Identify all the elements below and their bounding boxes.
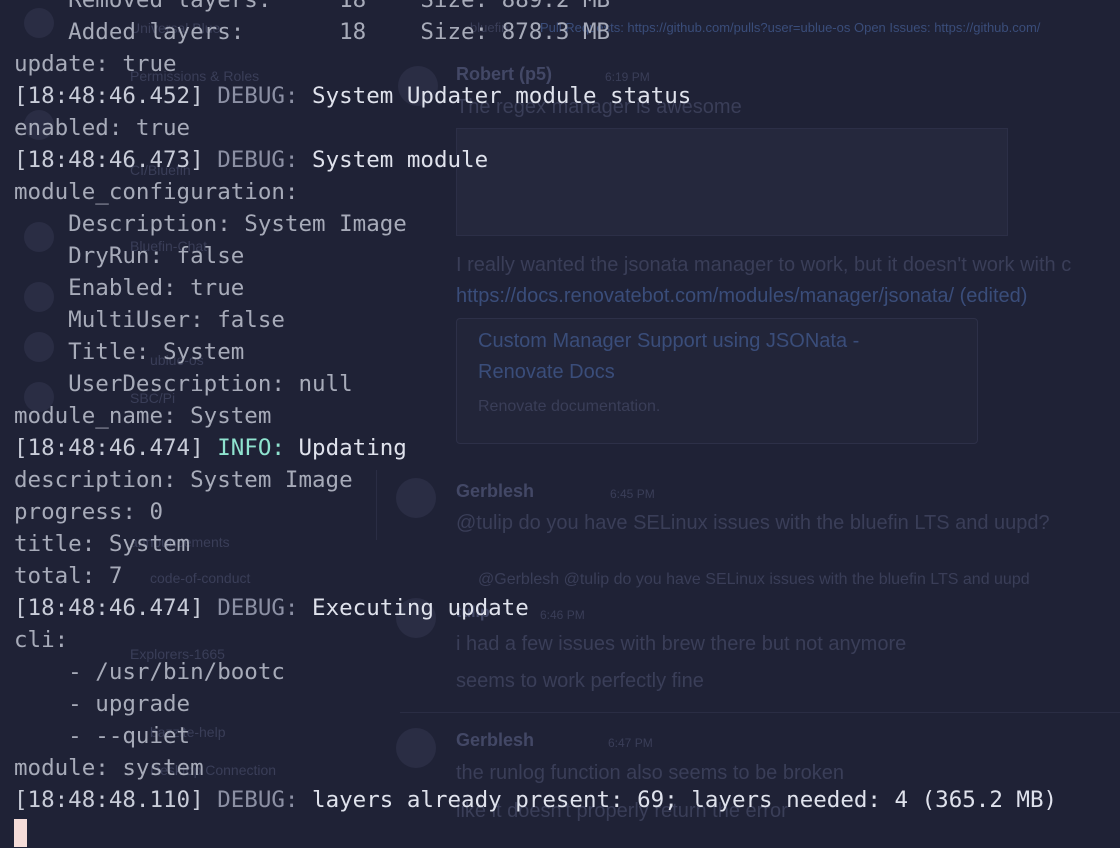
output-line: module_name: System — [14, 403, 272, 429]
output-line: Added layers: 18 Size: 878.3 MB — [14, 19, 611, 45]
output-line: description: System Image — [14, 467, 353, 493]
log-message: System module — [312, 147, 489, 173]
output-line: - upgrade — [14, 691, 191, 717]
prompt-line[interactable] — [14, 816, 1057, 848]
log-timestamp: [18:48:48.110] — [14, 787, 204, 813]
log-message: System Updater module status — [312, 83, 692, 109]
log-level: INFO: — [217, 435, 285, 461]
log-line: [18:48:46.452] DEBUG: System Updater mod… — [14, 80, 1057, 112]
log-level: DEBUG: — [217, 595, 299, 621]
output-line: DryRun: false — [14, 243, 245, 269]
output-line: module_configuration: — [14, 179, 299, 205]
output-line: total: 7 — [14, 563, 123, 589]
log-line: [18:48:46.473] DEBUG: System module — [14, 144, 1057, 176]
log-level: DEBUG: — [217, 83, 299, 109]
output-line: module: system — [14, 755, 204, 781]
output-line: UserDescription: null — [14, 371, 353, 397]
log-level: DEBUG: — [217, 787, 299, 813]
output-line: - --quiet — [14, 723, 191, 749]
output-line: - /usr/bin/bootc — [14, 659, 285, 685]
log-line: [18:48:46.474] DEBUG: Executing update — [14, 592, 1057, 624]
log-message: layers already present: 69; layers neede… — [312, 787, 1058, 813]
log-timestamp: [18:48:46.452] — [14, 83, 204, 109]
output-line: Enabled: true — [14, 275, 245, 301]
log-level: DEBUG: — [217, 147, 299, 173]
log-line: [18:48:48.110] DEBUG: layers already pre… — [14, 784, 1057, 816]
log-timestamp: [18:48:46.473] — [14, 147, 204, 173]
log-line: [18:48:46.474] INFO: Updating — [14, 432, 1057, 464]
output-line: Title: System — [14, 339, 245, 365]
output-line: Description: System Image — [14, 211, 407, 237]
log-message: Executing update — [312, 595, 529, 621]
log-timestamp: [18:48:46.474] — [14, 595, 204, 621]
output-line: update: true — [14, 51, 177, 77]
output-line: MultiUser: false — [14, 307, 285, 333]
output-line: enabled: true — [14, 115, 191, 141]
terminal-cursor — [14, 818, 27, 847]
output-line: title: System — [14, 531, 191, 557]
output-line: progress: 0 — [14, 499, 164, 525]
terminal-output[interactable]: Removed layers: 18 Size: 889.2 MB Added … — [14, 0, 1057, 848]
output-line: cli: — [14, 627, 69, 653]
log-message: Updating — [298, 435, 407, 461]
log-timestamp: [18:48:46.474] — [14, 435, 204, 461]
output-line: Removed layers: 18 Size: 889.2 MB — [14, 0, 611, 13]
